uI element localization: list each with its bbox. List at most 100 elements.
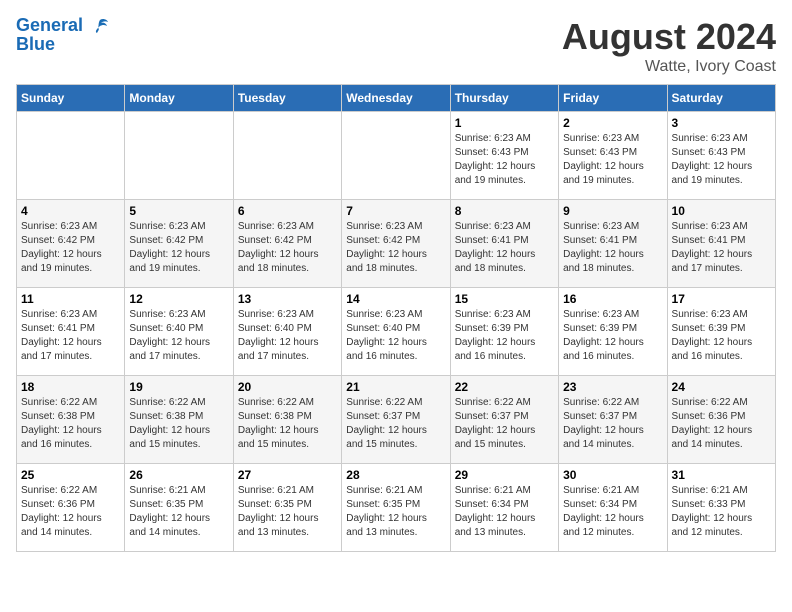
calendar-cell: 12 Sunrise: 6:23 AMSunset: 6:40 PMDayligh… xyxy=(125,288,233,376)
calendar-cell: 22 Sunrise: 6:22 AMSunset: 6:37 PMDayligh… xyxy=(450,376,558,464)
calendar-cell: 25 Sunrise: 6:22 AMSunset: 6:36 PMDayligh… xyxy=(17,464,125,552)
day-info: Sunrise: 6:23 AMSunset: 6:40 PMDaylight:… xyxy=(346,308,445,364)
day-info: Sunrise: 6:23 AMSunset: 6:42 PMDaylight:… xyxy=(21,220,120,276)
day-info: Sunrise: 6:21 AMSunset: 6:34 PMDaylight:… xyxy=(563,484,662,540)
day-info: Sunrise: 6:23 AMSunset: 6:43 PMDaylight:… xyxy=(672,132,771,188)
day-header-thursday: Thursday xyxy=(450,85,558,112)
day-info: Sunrise: 6:23 AMSunset: 6:41 PMDaylight:… xyxy=(455,220,554,276)
day-header-tuesday: Tuesday xyxy=(233,85,341,112)
calendar-body: 1 Sunrise: 6:23 AMSunset: 6:43 PMDaylight… xyxy=(17,112,776,552)
calendar-cell: 6Sunrise: 6:23 AMSunset: 6:42 PMDaylight… xyxy=(233,200,341,288)
calendar-cell: 14 Sunrise: 6:23 AMSunset: 6:40 PMDayligh… xyxy=(342,288,450,376)
day-number: 19 xyxy=(129,380,228,394)
day-info: Sunrise: 6:23 AMSunset: 6:39 PMDaylight:… xyxy=(455,308,554,364)
logo-bird-icon xyxy=(90,16,110,36)
week-row-1: 1 Sunrise: 6:23 AMSunset: 6:43 PMDaylight… xyxy=(17,112,776,200)
calendar-cell: 9 Sunrise: 6:23 AMSunset: 6:41 PMDaylight… xyxy=(559,200,667,288)
day-number: 5 xyxy=(129,204,228,218)
subtitle: Watte, Ivory Coast xyxy=(562,58,776,76)
day-number: 31 xyxy=(672,468,771,482)
calendar-cell xyxy=(125,112,233,200)
day-number: 4 xyxy=(21,204,120,218)
day-info: Sunrise: 6:21 AMSunset: 6:34 PMDaylight:… xyxy=(455,484,554,540)
calendar-cell: 19 Sunrise: 6:22 AMSunset: 6:38 PMDayligh… xyxy=(125,376,233,464)
day-number: 24 xyxy=(672,380,771,394)
calendar-cell: 16 Sunrise: 6:23 AMSunset: 6:39 PMDayligh… xyxy=(559,288,667,376)
day-info: Sunrise: 6:23 AMSunset: 6:39 PMDaylight:… xyxy=(672,308,771,364)
day-info: Sunrise: 6:22 AMSunset: 6:36 PMDaylight:… xyxy=(672,396,771,452)
day-info: Sunrise: 6:22 AMSunset: 6:37 PMDaylight:… xyxy=(455,396,554,452)
day-info: Sunrise: 6:23 AMSunset: 6:42 PMDaylight:… xyxy=(238,220,337,276)
calendar-cell: 7Sunrise: 6:23 AMSunset: 6:42 PMDaylight… xyxy=(342,200,450,288)
calendar-cell: 21 Sunrise: 6:22 AMSunset: 6:37 PMDayligh… xyxy=(342,376,450,464)
calendar-header-row: SundayMondayTuesdayWednesdayThursdayFrid… xyxy=(17,85,776,112)
calendar-cell: 5 Sunrise: 6:23 AMSunset: 6:42 PMDaylight… xyxy=(125,200,233,288)
calendar-cell xyxy=(233,112,341,200)
day-info: Sunrise: 6:21 AMSunset: 6:35 PMDaylight:… xyxy=(238,484,337,540)
day-info: Sunrise: 6:23 AMSunset: 6:42 PMDaylight:… xyxy=(129,220,228,276)
day-header-sunday: Sunday xyxy=(17,85,125,112)
day-number: 13 xyxy=(238,292,337,306)
day-number: 12 xyxy=(129,292,228,306)
day-number: 10 xyxy=(672,204,771,218)
calendar-cell: 8Sunrise: 6:23 AMSunset: 6:41 PMDaylight… xyxy=(450,200,558,288)
day-number: 18 xyxy=(21,380,120,394)
day-info: Sunrise: 6:23 AMSunset: 6:40 PMDaylight:… xyxy=(238,308,337,364)
day-info: Sunrise: 6:22 AMSunset: 6:37 PMDaylight:… xyxy=(346,396,445,452)
day-info: Sunrise: 6:22 AMSunset: 6:36 PMDaylight:… xyxy=(21,484,120,540)
day-number: 15 xyxy=(455,292,554,306)
day-info: Sunrise: 6:21 AMSunset: 6:35 PMDaylight:… xyxy=(129,484,228,540)
day-info: Sunrise: 6:23 AMSunset: 6:43 PMDaylight:… xyxy=(455,132,554,188)
calendar-cell: 20 Sunrise: 6:22 AMSunset: 6:38 PMDayligh… xyxy=(233,376,341,464)
day-info: Sunrise: 6:23 AMSunset: 6:40 PMDaylight:… xyxy=(129,308,228,364)
calendar-cell: 1 Sunrise: 6:23 AMSunset: 6:43 PMDaylight… xyxy=(450,112,558,200)
calendar-table: SundayMondayTuesdayWednesdayThursdayFrid… xyxy=(16,84,776,552)
day-header-saturday: Saturday xyxy=(667,85,775,112)
calendar-cell: 2 Sunrise: 6:23 AMSunset: 6:43 PMDaylight… xyxy=(559,112,667,200)
day-info: Sunrise: 6:23 AMSunset: 6:41 PMDaylight:… xyxy=(563,220,662,276)
calendar-cell: 23Sunrise: 6:22 AMSunset: 6:37 PMDayligh… xyxy=(559,376,667,464)
calendar-cell xyxy=(17,112,125,200)
day-number: 17 xyxy=(672,292,771,306)
calendar-cell: 27 Sunrise: 6:21 AMSunset: 6:35 PMDayligh… xyxy=(233,464,341,552)
calendar-cell: 29 Sunrise: 6:21 AMSunset: 6:34 PMDayligh… xyxy=(450,464,558,552)
day-number: 2 xyxy=(563,116,662,130)
day-number: 29 xyxy=(455,468,554,482)
day-info: Sunrise: 6:22 AMSunset: 6:38 PMDaylight:… xyxy=(129,396,228,452)
day-info: Sunrise: 6:22 AMSunset: 6:38 PMDaylight:… xyxy=(238,396,337,452)
page-header: General Blue August 2024 Watte, Ivory Co… xyxy=(16,16,776,76)
day-number: 20 xyxy=(238,380,337,394)
day-info: Sunrise: 6:23 AMSunset: 6:39 PMDaylight:… xyxy=(563,308,662,364)
day-number: 27 xyxy=(238,468,337,482)
title-block: August 2024 Watte, Ivory Coast xyxy=(562,16,776,76)
day-number: 25 xyxy=(21,468,120,482)
calendar-cell: 18Sunrise: 6:22 AMSunset: 6:38 PMDayligh… xyxy=(17,376,125,464)
day-number: 9 xyxy=(563,204,662,218)
day-info: Sunrise: 6:22 AMSunset: 6:37 PMDaylight:… xyxy=(563,396,662,452)
week-row-2: 4 Sunrise: 6:23 AMSunset: 6:42 PMDaylight… xyxy=(17,200,776,288)
logo: General Blue xyxy=(16,16,110,55)
day-number: 22 xyxy=(455,380,554,394)
calendar-cell: 13 Sunrise: 6:23 AMSunset: 6:40 PMDayligh… xyxy=(233,288,341,376)
day-info: Sunrise: 6:23 AMSunset: 6:43 PMDaylight:… xyxy=(563,132,662,188)
calendar-cell: 15 Sunrise: 6:23 AMSunset: 6:39 PMDayligh… xyxy=(450,288,558,376)
calendar-cell: 4 Sunrise: 6:23 AMSunset: 6:42 PMDaylight… xyxy=(17,200,125,288)
day-info: Sunrise: 6:23 AMSunset: 6:41 PMDaylight:… xyxy=(21,308,120,364)
logo-text: General xyxy=(16,16,110,36)
calendar-cell: 10Sunrise: 6:23 AMSunset: 6:41 PMDayligh… xyxy=(667,200,775,288)
day-number: 3 xyxy=(672,116,771,130)
day-number: 26 xyxy=(129,468,228,482)
calendar-cell: 3 Sunrise: 6:23 AMSunset: 6:43 PMDaylight… xyxy=(667,112,775,200)
logo-line2: Blue xyxy=(16,34,55,55)
day-header-monday: Monday xyxy=(125,85,233,112)
day-number: 1 xyxy=(455,116,554,130)
calendar-cell: 24 Sunrise: 6:22 AMSunset: 6:36 PMDayligh… xyxy=(667,376,775,464)
day-info: Sunrise: 6:21 AMSunset: 6:35 PMDaylight:… xyxy=(346,484,445,540)
day-number: 16 xyxy=(563,292,662,306)
day-info: Sunrise: 6:23 AMSunset: 6:42 PMDaylight:… xyxy=(346,220,445,276)
day-number: 21 xyxy=(346,380,445,394)
day-number: 14 xyxy=(346,292,445,306)
calendar-cell: 31Sunrise: 6:21 AMSunset: 6:33 PMDayligh… xyxy=(667,464,775,552)
main-title: August 2024 xyxy=(562,16,776,58)
calendar-cell: 26 Sunrise: 6:21 AMSunset: 6:35 PMDayligh… xyxy=(125,464,233,552)
